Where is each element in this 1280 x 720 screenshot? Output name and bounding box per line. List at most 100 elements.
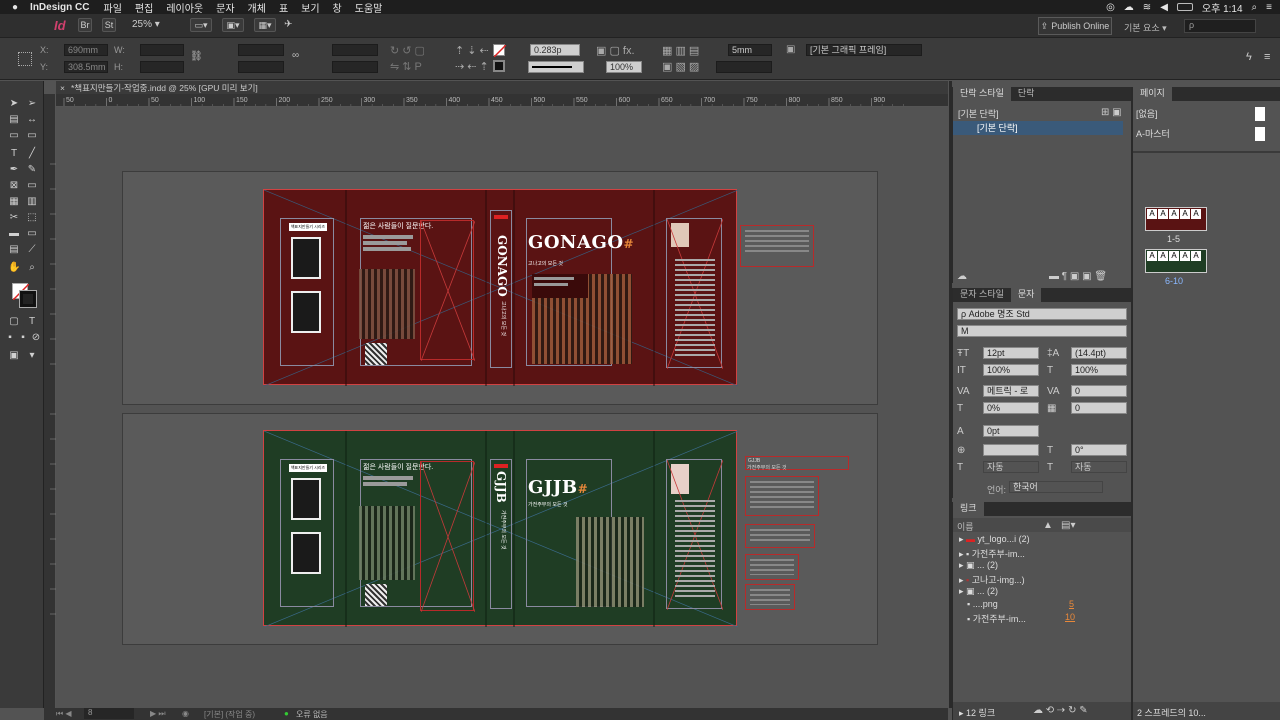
tab-character-styles[interactable]: 문자 스타일	[953, 285, 1011, 302]
align-icons[interactable]: ▦ ▥ ▤	[662, 44, 699, 57]
cloud-icon[interactable]: ☁	[1124, 2, 1134, 13]
hand-tool-icon[interactable]: ✋	[8, 263, 20, 273]
scale-x-field[interactable]	[238, 44, 284, 56]
book-image-1[interactable]	[291, 237, 321, 279]
menu-layout[interactable]: 레이아웃	[166, 0, 203, 15]
stroke-weight-field[interactable]: 0.283p	[530, 44, 580, 56]
side-text-frame-2[interactable]	[745, 524, 815, 548]
screen-mode-icon[interactable]: ▣	[8, 351, 20, 361]
rectangle-frame-tool-icon[interactable]: ⊠	[8, 181, 20, 191]
constrain-icon[interactable]: ⛓	[190, 51, 203, 62]
list-item[interactable]: ▸ ▪ 고나고-img...)	[959, 573, 1129, 586]
panel-menu-icon[interactable]: ≡	[1264, 51, 1270, 63]
reference-point-icon[interactable]	[18, 52, 32, 66]
preflight-icon[interactable]: ◉	[182, 709, 189, 718]
effects-icon[interactable]: ▣ ▢ fx.	[596, 44, 635, 57]
stroke-color-icon[interactable]	[19, 290, 37, 308]
tab-paragraph-styles[interactable]: 단락 스타일	[953, 84, 1011, 101]
skew-field[interactable]: 0°	[1071, 444, 1127, 456]
side-text-frame-1[interactable]	[745, 476, 819, 516]
close-icon[interactable]: ×	[60, 83, 65, 93]
tracking-field[interactable]: 0	[1071, 385, 1127, 397]
horizontal-ruler[interactable]: 50 0 50 100 150 200 250 300 350 400 450 500 550 600 65…	[56, 94, 948, 107]
shear-field[interactable]	[332, 61, 378, 73]
first-page-icon[interactable]: ⏮ ◀	[56, 709, 72, 719]
list-item[interactable]: ▸ ▬ yt_logo...i (2)	[959, 534, 1129, 547]
gap-tool-icon[interactable]: ↔	[26, 115, 38, 125]
pasteboard[interactable]: 책표지만들기 시리즈 젊은 사람들이 질문한다. GONAGO 고나고의 모든 …	[57, 108, 948, 708]
paragraph-style-item[interactable]: [기본 단락]	[953, 121, 1123, 135]
new-style-group-icon[interactable]: ⊞ ▣	[1101, 107, 1122, 118]
link-page-number[interactable]: 10	[1065, 612, 1075, 622]
formatting-container-icon[interactable]: ▢	[8, 317, 20, 327]
creative-cloud-icon[interactable]: ◎	[1106, 2, 1115, 13]
language-select[interactable]: 한국어	[1009, 481, 1103, 493]
screen-mode-menu-icon[interactable]: ▾	[26, 351, 38, 361]
leading-field[interactable]: (14.4pt)	[1071, 347, 1127, 359]
menu-file[interactable]: 파일	[104, 0, 122, 15]
arrange-docs-button[interactable]: ▦▾	[254, 18, 276, 32]
scissors-tool-icon[interactable]: ✂	[8, 213, 20, 223]
font-size-field[interactable]: 12pt	[983, 347, 1039, 359]
transform-tool-icon[interactable]: ⬚	[26, 213, 38, 223]
list-item[interactable]: ▪ ....png 5	[967, 599, 1127, 612]
wifi-icon[interactable]: ≋	[1143, 2, 1151, 13]
line-tool-icon[interactable]: ╱	[26, 149, 38, 159]
green-text-frame[interactable]	[420, 461, 475, 612]
select-container-icon[interactable]: ⇡ ⇣ ⇠	[455, 44, 489, 57]
links-footer-icons[interactable]: ☁ ⟲ ⇢ ↻ ✎	[1033, 705, 1088, 716]
rectangle-tool-icon[interactable]: ▭	[26, 181, 38, 191]
formatting-text-icon[interactable]: T	[26, 317, 38, 327]
green-book-image-1[interactable]	[291, 478, 321, 520]
tab-pages[interactable]: 페이지	[1133, 84, 1172, 101]
flip-icon[interactable]: ⇋ ⇅ P	[390, 60, 422, 73]
spine-frame[interactable]: GONAGO 고나고의 모든 것	[490, 210, 512, 368]
search-icon[interactable]: ⌕	[1252, 2, 1258, 13]
y-field[interactable]: 308.5mm	[64, 61, 108, 73]
menu-edit[interactable]: 편집	[135, 0, 153, 15]
quick-apply-icon[interactable]: ϟ	[1246, 51, 1252, 63]
object-style-select[interactable]: [기본 그래픽 프레임]	[806, 44, 922, 56]
publish-online-button[interactable]: ⇪ Publish Online	[1038, 17, 1112, 35]
next-page-icon[interactable]: ▶ ⏭	[150, 709, 166, 719]
menu-table[interactable]: 표	[279, 0, 288, 15]
panel-footer-icons[interactable]: ▬ ¶ ▣ ▣ 🗑	[1049, 271, 1107, 282]
a-master-thumb[interactable]	[1255, 127, 1265, 141]
qr-code[interactable]	[365, 343, 387, 365]
direct-selection-tool-icon[interactable]: ➢	[26, 99, 38, 109]
scale-y-field[interactable]	[238, 61, 284, 73]
eyedropper-tool-icon[interactable]: ⟋	[26, 245, 38, 255]
menu-help[interactable]: 도움말	[355, 0, 383, 15]
green-front-photo-grid[interactable]	[576, 517, 644, 607]
book-image-2[interactable]	[291, 291, 321, 333]
list-item[interactable]: ▸ ▪ 가전주부-im...	[959, 547, 1129, 560]
x-field[interactable]: 690mm	[64, 44, 108, 56]
note-tool-icon[interactable]: ▤	[8, 245, 20, 255]
green-back-flap-frame[interactable]: 책표지만들기 시리즈	[280, 459, 334, 607]
document-tab[interactable]: × *책표지만들기-작업중.indd @ 25% [GPU 미리 보기]	[60, 82, 270, 94]
grid-tool-icon[interactable]: ▥	[26, 197, 38, 207]
list-item[interactable]: ▸ ▣ ... (2)	[959, 560, 1129, 573]
front-flap-frame[interactable]	[666, 218, 723, 369]
green-qr-code[interactable]	[365, 584, 387, 606]
stroke-swatch[interactable]	[493, 60, 505, 72]
app-menu[interactable]: InDesign CC	[30, 2, 89, 13]
link-icon[interactable]: ∞	[292, 50, 299, 61]
aki-left-field[interactable]: 자동	[983, 461, 1039, 473]
apple-icon[interactable]: ●	[12, 2, 18, 13]
aki-right-field[interactable]: 자동	[1071, 461, 1127, 473]
side-text-frame-3[interactable]	[745, 554, 799, 580]
gap-field[interactable]: 5mm	[728, 44, 772, 56]
tsume-field[interactable]: 0%	[983, 402, 1039, 414]
apply-gradient-icon[interactable]: ▪	[17, 333, 29, 343]
publish-tool-icon[interactable]: ✈	[284, 19, 292, 30]
green-spine-frame[interactable]: GJJB 가전주부의 모든 것	[490, 459, 512, 609]
gradient-feather-icon[interactable]: ▭	[26, 229, 38, 239]
opacity-field[interactable]: 100%	[606, 61, 642, 73]
view-options-button[interactable]: ▭▾	[190, 18, 212, 32]
list-item[interactable]: ▸ ▣ ... (2)	[959, 586, 1129, 599]
zoom-level[interactable]: 25% ▾	[132, 19, 176, 33]
apply-none-icon[interactable]: ⊘	[30, 333, 42, 343]
kerning-field[interactable]: 메트릭 - 로	[983, 385, 1039, 397]
green-photo-grid-image[interactable]	[359, 506, 415, 580]
